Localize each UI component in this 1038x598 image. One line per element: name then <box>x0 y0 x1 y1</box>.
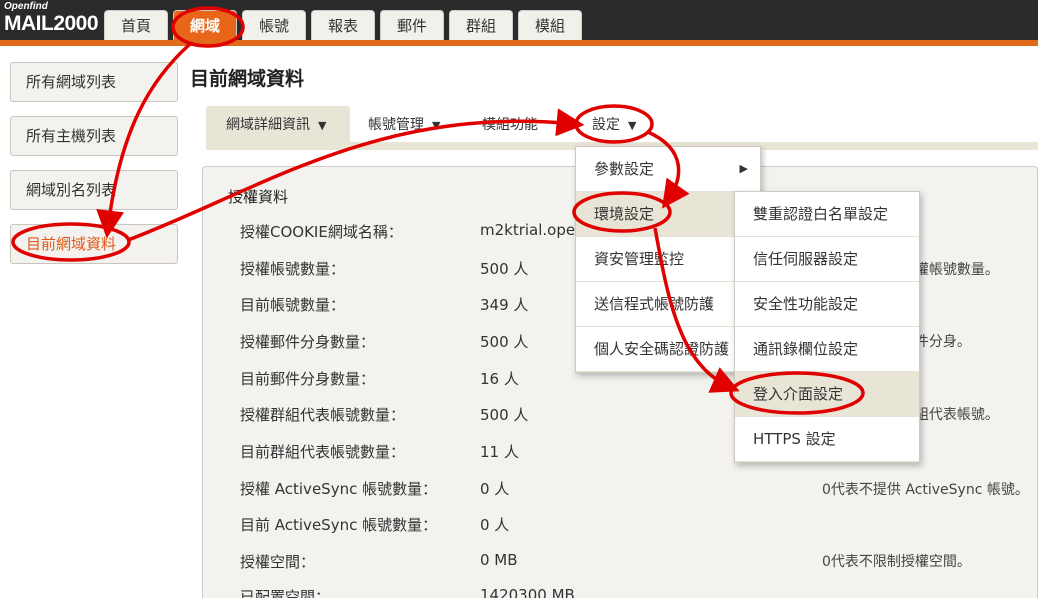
section-title: 授權資料 <box>228 188 289 206</box>
submenu-item-login-interface[interactable]: 登入介面設定 <box>735 372 919 417</box>
row-value: 500 人 <box>480 260 529 278</box>
row-value: 16 人 <box>480 370 519 388</box>
menu-item-security-monitoring[interactable]: 資安管理監控 <box>576 237 760 282</box>
subtab-domain-details[interactable]: 網域詳細資訊 ▼ <box>206 106 350 144</box>
accent-strip <box>0 40 1038 46</box>
menu-item-mail-program-protection[interactable]: 送信程式帳號防護 <box>576 282 760 327</box>
logo-big: MAIL2000 <box>4 12 99 35</box>
subtab-label: 網域詳細資訊 <box>226 117 310 133</box>
nav-tab-mail[interactable]: 郵件 <box>380 10 444 40</box>
sidebar-item-current-domain[interactable]: 目前網域資料 <box>10 224 178 264</box>
nav-tab-report[interactable]: 報表 <box>311 10 375 40</box>
row-label: 授權群組代表帳號數量： <box>240 406 406 424</box>
subtab-module-functions[interactable]: 模組功能 <box>482 106 538 144</box>
subtab-label: 帳號管理 <box>368 117 424 133</box>
row-value: 500 人 <box>480 406 529 424</box>
app-logo: Openfind MAIL2000 <box>4 1 99 35</box>
menu-item-label: 個人安全碼認證防護 <box>594 340 730 358</box>
menu-item-personal-security-code[interactable]: 個人安全碼認證防護 <box>576 327 760 372</box>
submenu-item-trusted-servers[interactable]: 信任伺服器設定 <box>735 237 919 282</box>
nav-tab-module[interactable]: 模組 <box>518 10 582 40</box>
caret-down-icon: ▼ <box>318 119 327 132</box>
sub-tabs: 網域詳細資訊 ▼ 帳號管理 ▼ 模組功能 設定 ▼ <box>206 106 1038 150</box>
submenu-item-2fa-whitelist[interactable]: 雙重認證白名單設定 <box>735 192 919 237</box>
submenu-item-security-features[interactable]: 安全性功能設定 <box>735 282 919 327</box>
row-label: 授權 ActiveSync 帳號數量： <box>240 480 438 498</box>
menu-item-label: 環境設定 <box>594 205 655 223</box>
row-label: 目前群組代表帳號數量： <box>240 443 406 461</box>
row-value: 1420300 MB <box>480 586 575 598</box>
sidebar-item-domain-aliases[interactable]: 網域別名列表 <box>10 170 178 210</box>
sidebar-item-all-hosts[interactable]: 所有主機列表 <box>10 116 178 156</box>
subtab-label: 模組功能 <box>482 117 538 133</box>
subtab-account-management[interactable]: 帳號管理 ▼ <box>368 106 440 144</box>
page-title: 目前網域資料 <box>190 68 305 90</box>
sidebar: 所有網域列表 所有主機列表 網域別名列表 目前網域資料 <box>10 62 178 278</box>
row-value: 0 人 <box>480 516 510 534</box>
row-label: 已配置空間： <box>240 588 331 598</box>
menu-item-label: 資安管理監控 <box>594 250 685 268</box>
menu-item-label: 參數設定 <box>594 160 655 178</box>
caret-down-icon: ▼ <box>628 119 637 132</box>
row-value: 11 人 <box>480 443 519 461</box>
submenu-item-https-settings[interactable]: HTTPS 設定 <box>735 417 919 462</box>
row-value: 0 MB <box>480 551 518 569</box>
row-label: 授權郵件分身數量： <box>240 333 376 351</box>
menu-item-environment-settings[interactable]: 環境設定 <box>576 192 760 237</box>
logo-small: Openfind <box>4 1 48 12</box>
row-label: 授權COOKIE網域名稱： <box>240 223 403 241</box>
top-nav: 首頁 網域 帳號 報表 郵件 群組 模組 <box>104 10 587 40</box>
nav-tab-home[interactable]: 首頁 <box>104 10 168 40</box>
row-label: 目前 ActiveSync 帳號數量： <box>240 516 438 534</box>
sidebar-item-all-domains[interactable]: 所有網域列表 <box>10 62 178 102</box>
chevron-right-icon: ▶ <box>739 162 748 175</box>
menu-item-label: 送信程式帳號防護 <box>594 295 715 313</box>
row-value: 349 人 <box>480 296 529 314</box>
nav-tab-domain[interactable]: 網域 <box>173 10 237 40</box>
row-label: 授權帳號數量： <box>240 260 346 278</box>
row-label: 目前帳號數量： <box>240 296 346 314</box>
row-note: 0代表不限制授權空間。 <box>822 554 971 570</box>
row-note: 0代表不提供 ActiveSync 帳號。 <box>822 482 1029 498</box>
row-label: 目前郵件分身數量： <box>240 370 376 388</box>
nav-tab-account[interactable]: 帳號 <box>242 10 306 40</box>
row-value: 0 人 <box>480 480 510 498</box>
caret-down-icon: ▼ <box>432 119 441 132</box>
row-value: 500 人 <box>480 333 529 351</box>
subtab-settings[interactable]: 設定 ▼ <box>592 106 636 144</box>
nav-tab-group[interactable]: 群組 <box>449 10 513 40</box>
menu-item-parameter-settings[interactable]: 參數設定 ▶ <box>576 147 760 192</box>
subtab-label: 設定 <box>592 117 620 133</box>
environment-submenu: 雙重認證白名單設定 信任伺服器設定 安全性功能設定 通訊錄欄位設定 登入介面設定… <box>734 191 920 463</box>
submenu-item-contact-fields[interactable]: 通訊錄欄位設定 <box>735 327 919 372</box>
row-label: 授權空間： <box>240 553 316 571</box>
